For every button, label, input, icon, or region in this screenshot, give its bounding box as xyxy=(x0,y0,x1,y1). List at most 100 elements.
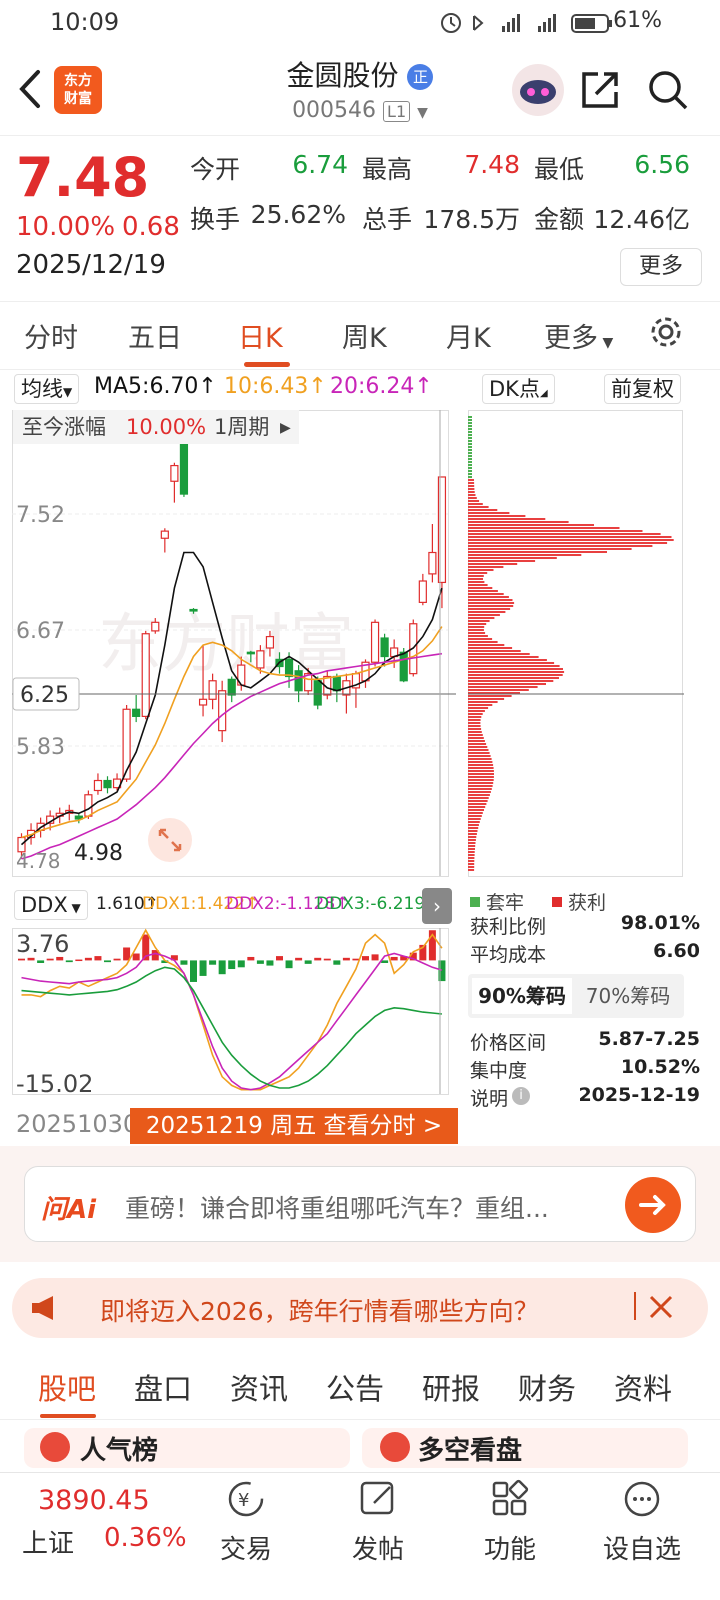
nav-watchlist-label: 设自选 xyxy=(602,1535,681,1565)
ai-go-button[interactable] xyxy=(625,1177,681,1233)
ma-select[interactable]: 均线▼ xyxy=(14,374,80,404)
settings-gear-icon[interactable] xyxy=(648,314,684,350)
ddx-bar-up xyxy=(314,957,322,961)
tab-intraday[interactable]: 分时 xyxy=(24,316,78,355)
ddx-chart[interactable]: 3.76 -15.02 xyxy=(12,928,456,1102)
chip-distribution-chart[interactable] xyxy=(468,410,698,888)
legend-profit: 获利 xyxy=(568,892,607,914)
ddx-select[interactable]: DDX ▼ xyxy=(14,890,88,920)
kline-chart[interactable]: 东方财富 7.52 6.67 6.25 5.83 4.78 4.98 至今涨幅 … xyxy=(12,410,456,888)
ddx-bar-up xyxy=(247,956,255,961)
tab-monthly-k[interactable]: 月K xyxy=(446,316,491,355)
chip-bar xyxy=(468,650,521,652)
dk-label: DK点 xyxy=(489,377,540,401)
ai-question-box[interactable]: 问Ai 重磅！谦合即将重组哪吒汽车？重组... xyxy=(24,1166,696,1242)
caret-icon: ▼ xyxy=(67,901,81,915)
bull-bear-card[interactable] xyxy=(362,1428,688,1468)
volume-label: 总手 xyxy=(362,205,413,234)
candle-up xyxy=(218,690,227,732)
tab-90-chips[interactable]: 90%筹码 xyxy=(472,978,572,1014)
chip-bar xyxy=(468,740,485,742)
chip-bar xyxy=(468,452,472,454)
more-dots-icon xyxy=(624,1481,660,1517)
chip-bar xyxy=(468,497,477,499)
chart-toolbar: 均线▼ MA5:6.70↑ 10:6.43↑ 20:6.24↑ DK点◢ 前复权 xyxy=(0,370,720,408)
tab-more[interactable]: 更多 ▼ xyxy=(544,316,613,355)
popularity-card[interactable] xyxy=(24,1428,350,1468)
ddx-bar-up xyxy=(46,958,54,961)
turnover-label: 换手 xyxy=(190,205,241,234)
tab-pankou[interactable]: 盘口 xyxy=(134,1366,192,1408)
candle-down xyxy=(284,658,294,678)
chip-bar xyxy=(468,773,494,775)
search-icon[interactable] xyxy=(646,68,690,112)
y-label-top: 7.52 xyxy=(16,503,65,528)
info-icon[interactable]: i xyxy=(512,1087,530,1105)
tab-announcements[interactable]: 公告 xyxy=(326,1366,384,1408)
chip-bar xyxy=(468,869,475,871)
share-icon[interactable] xyxy=(578,68,622,112)
chip-frame xyxy=(468,410,683,877)
low-value: 6.56 xyxy=(634,150,690,179)
chip-bar xyxy=(468,809,484,811)
dk-point-select[interactable]: DK点◢ xyxy=(482,374,555,404)
change-percent: 10.00% xyxy=(16,212,116,242)
stock-header: 东方财富 金圆股份 正 000546 L1 ▼ xyxy=(0,44,720,136)
tab-guba[interactable]: 股吧 xyxy=(38,1366,96,1408)
chip-bar xyxy=(468,725,481,727)
close-icon[interactable] xyxy=(648,1294,674,1320)
profit-ratio-value: 98.01% xyxy=(620,912,700,934)
chip-bar xyxy=(468,509,498,511)
start-date: 20251030 xyxy=(16,1110,139,1138)
chip-bar xyxy=(468,530,643,532)
candle-up xyxy=(170,464,179,482)
tab-weekly-k[interactable]: 周K xyxy=(342,316,387,355)
chip-bar xyxy=(468,641,498,643)
tab-profile[interactable]: 资料 xyxy=(614,1366,672,1408)
chip-bar xyxy=(468,821,480,823)
tab-five-day[interactable]: 五日 xyxy=(128,316,182,355)
collapse-arrow-icon[interactable]: › xyxy=(422,888,452,924)
chip-bar xyxy=(468,647,513,649)
tab-research[interactable]: 研报 xyxy=(422,1366,480,1408)
tab-daily-k[interactable]: 日K xyxy=(238,316,283,355)
volume-value: 178.5万 xyxy=(423,205,520,234)
view-intraday-banner[interactable]: 20251219 周五 查看分时 > xyxy=(130,1108,458,1144)
stock-name: 金圆股份 xyxy=(286,59,399,92)
dropdown-icon[interactable]: ▼ xyxy=(417,105,428,121)
candle-up xyxy=(160,530,169,539)
low-label: 最低 xyxy=(534,155,585,184)
ai-robot-icon[interactable] xyxy=(512,64,564,116)
chip-bar xyxy=(468,506,489,508)
expand-button[interactable] xyxy=(148,818,192,862)
candle-down xyxy=(332,675,341,692)
ddx-bar-down xyxy=(190,960,197,982)
note-label: 说明 xyxy=(470,1088,509,1110)
candle-up xyxy=(370,621,380,663)
ai-section: 问Ai 重磅！谦合即将重组哪吒汽车？重组... xyxy=(0,1146,720,1262)
svg-text:¥: ¥ xyxy=(238,1490,249,1511)
chip-bar xyxy=(468,593,504,595)
chip-bar xyxy=(468,848,475,850)
chip-bar xyxy=(468,818,481,820)
candle-down xyxy=(132,708,141,717)
period-gain-cycle: 1周期 xyxy=(214,415,269,439)
chip-bar xyxy=(468,596,509,598)
more-quote-button[interactable]: 更多 xyxy=(620,248,702,286)
y-label-cross: 6.25 xyxy=(20,683,69,708)
level-badge[interactable]: L1 xyxy=(383,101,411,122)
chip-bar xyxy=(468,584,488,586)
chip-bar xyxy=(468,674,563,676)
candle-down xyxy=(246,651,255,655)
tab-70-chips[interactable]: 70%筹码 xyxy=(578,978,678,1014)
adjust-select[interactable]: 前复权 xyxy=(604,374,681,404)
chip-bar xyxy=(468,491,475,493)
ddx-bar-up xyxy=(390,956,398,961)
notice-banner[interactable]: 即将迈入2026，跨年行情看哪些方向？ xyxy=(12,1278,708,1338)
tab-news[interactable]: 资讯 xyxy=(230,1366,288,1408)
ddx-bar-up xyxy=(94,956,102,961)
margin-badge: 正 xyxy=(407,64,434,90)
ddx-bar-down xyxy=(65,960,73,963)
tab-finance[interactable]: 财务 xyxy=(518,1366,576,1408)
chip-bar xyxy=(468,851,475,853)
